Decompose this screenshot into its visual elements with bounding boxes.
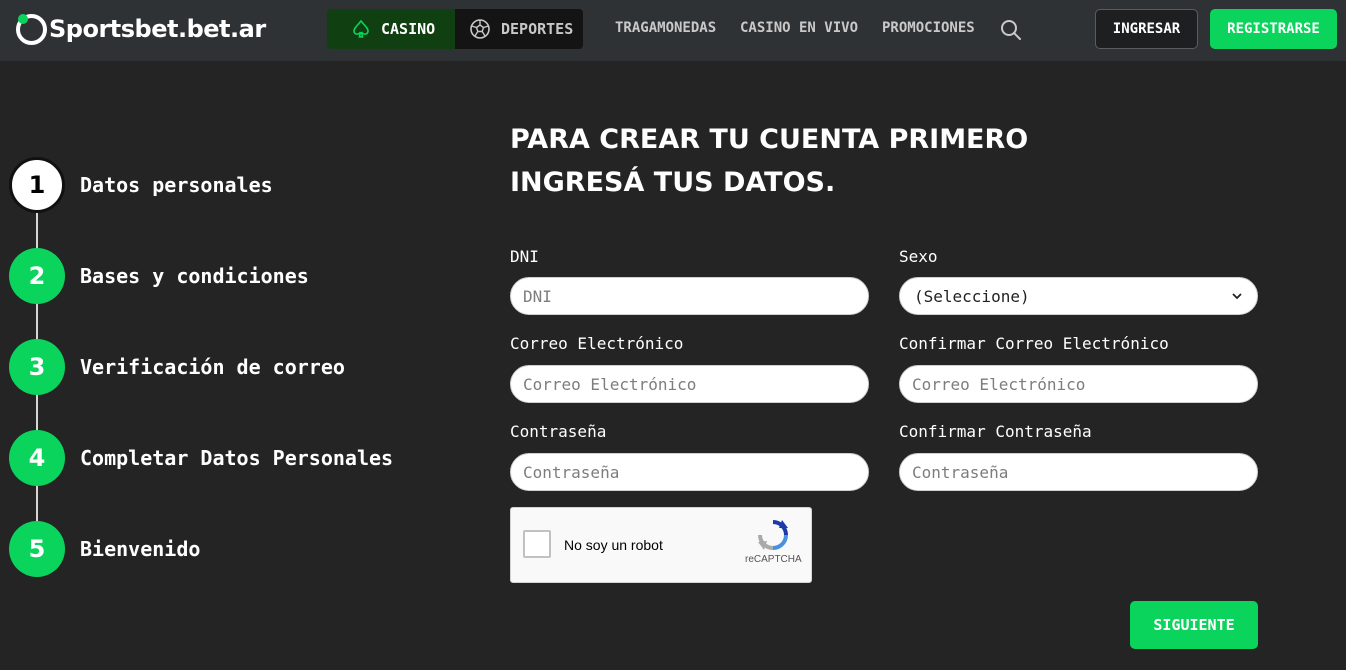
soccer-ball-icon xyxy=(470,19,490,39)
step-3: 3 Verificación de correo xyxy=(9,339,345,395)
register-button[interactable]: REGISTRARSE xyxy=(1210,9,1337,49)
sexo-label: Sexo xyxy=(899,247,938,266)
tab-casino[interactable]: CASINO xyxy=(327,9,455,49)
password-confirm-input[interactable] xyxy=(899,453,1258,491)
recaptcha-icon xyxy=(758,520,788,550)
password-input[interactable] xyxy=(510,453,869,491)
step-label: Verificación de correo xyxy=(80,355,345,379)
nav-tragamonedas[interactable]: TRAGAMONEDAS xyxy=(615,20,716,36)
search-icon[interactable] xyxy=(999,18,1023,42)
step-label: Completar Datos Personales xyxy=(80,446,394,470)
form-title: PARA CREAR TU CUENTA PRIMERO INGRESÁ TUS… xyxy=(510,118,1070,204)
password-label: Contraseña xyxy=(510,422,607,441)
nav-casino-en-vivo[interactable]: CASINO EN VIVO xyxy=(740,20,858,36)
next-button[interactable]: SIGUIENTE xyxy=(1130,601,1258,649)
step-5: 5 Bienvenido xyxy=(9,521,200,577)
email-input[interactable] xyxy=(510,365,869,403)
recaptcha-widget: No soy un robot reCAPTCHA xyxy=(510,507,812,583)
nav-promociones[interactable]: PROMOCIONES xyxy=(882,20,975,36)
sexo-selected-value: (Seleccione) xyxy=(914,286,1030,306)
logo-dot-icon xyxy=(18,13,28,24)
step-label: Bases y condiciones xyxy=(80,264,309,288)
step-1: 1 Datos personales xyxy=(9,157,273,213)
spade-icon xyxy=(353,19,369,38)
step-number-circle: 4 xyxy=(9,430,65,486)
dni-label: DNI xyxy=(510,247,539,266)
step-2: 2 Bases y condiciones xyxy=(9,248,309,304)
email-confirm-label: Confirmar Correo Electrónico xyxy=(899,334,1169,353)
tab-deportes-label: DEPORTES xyxy=(501,20,574,38)
logo-text: Sportsbet.bet.ar xyxy=(49,15,266,43)
login-button[interactable]: INGRESAR xyxy=(1095,9,1198,49)
step-number-circle: 2 xyxy=(9,248,65,304)
step-number-circle: 5 xyxy=(9,521,65,577)
tab-casino-label: CASINO xyxy=(381,20,436,38)
top-header: Sportsbet.bet.ar CASINO DEPORTES TRAGAMO… xyxy=(0,0,1346,61)
step-label: Datos personales xyxy=(80,173,273,197)
tab-deportes[interactable]: DEPORTES xyxy=(455,9,583,49)
form-title-line2: INGRESÁ TUS DATOS. xyxy=(510,167,836,198)
chevron-down-icon xyxy=(1232,293,1242,300)
form-title-line1: PARA CREAR TU CUENTA PRIMERO xyxy=(510,124,1029,155)
email-confirm-input[interactable] xyxy=(899,365,1258,403)
email-label: Correo Electrónico xyxy=(510,334,684,353)
password-confirm-label: Confirmar Contraseña xyxy=(899,422,1092,441)
logo-ring-icon xyxy=(16,13,47,45)
step-number-circle: 1 xyxy=(9,157,65,213)
recaptcha-checkbox[interactable] xyxy=(523,530,551,558)
step-label: Bienvenido xyxy=(80,537,201,561)
step-4: 4 Completar Datos Personales xyxy=(9,430,393,486)
recaptcha-label: No soy un robot xyxy=(564,537,663,553)
dni-input[interactable] xyxy=(510,277,869,315)
recaptcha-brand: reCAPTCHA xyxy=(745,554,802,565)
sexo-select[interactable]: (Seleccione) xyxy=(899,277,1258,315)
step-number-circle: 3 xyxy=(9,339,65,395)
sportsbet-logo[interactable]: Sportsbet.bet.ar xyxy=(16,12,266,46)
